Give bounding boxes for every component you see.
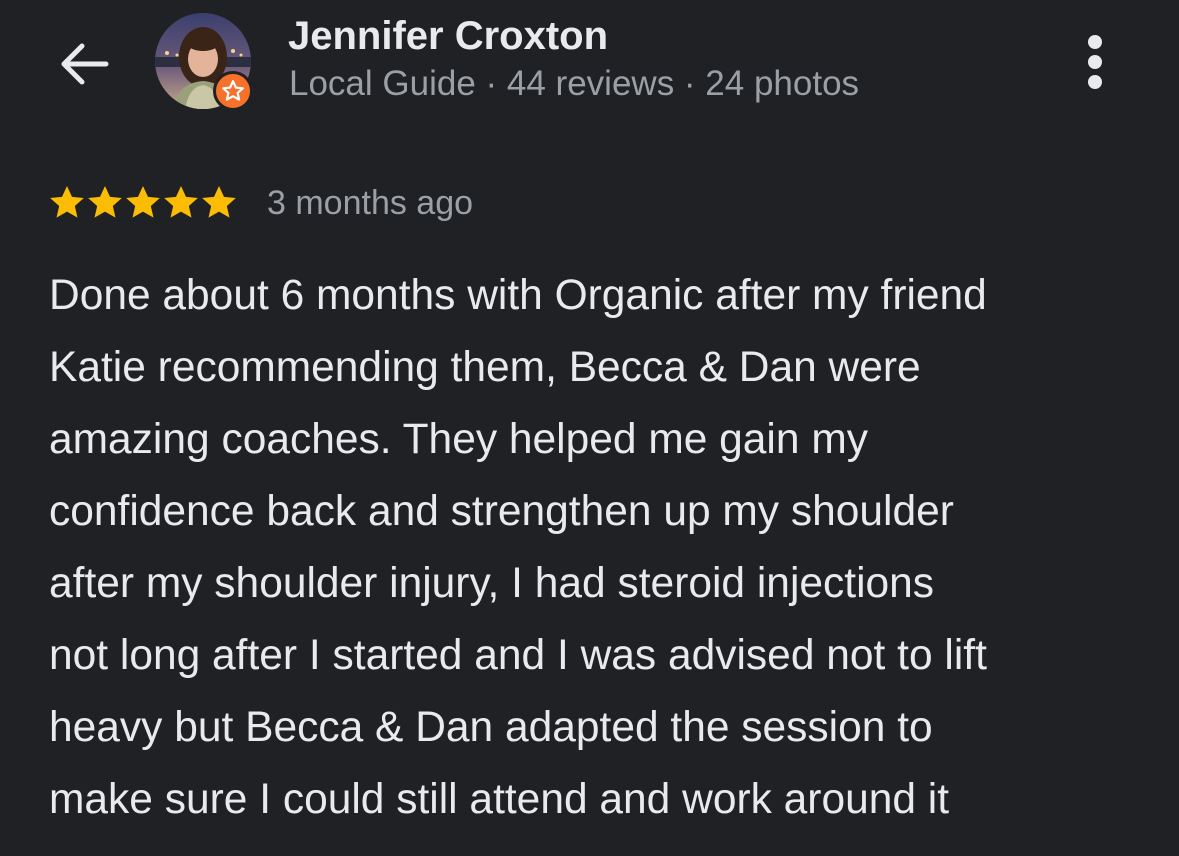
reviewer-name[interactable]: Jennifer Croxton xyxy=(288,14,608,59)
reviewer-avatar-wrap xyxy=(155,13,253,111)
star-icon xyxy=(202,186,236,218)
star-rating xyxy=(47,183,237,223)
more-vertical-icon xyxy=(1088,35,1102,89)
review-line: make sure I could still attend and work … xyxy=(49,776,950,823)
review-time: 3 months ago xyxy=(267,183,474,222)
star-icon xyxy=(164,186,198,218)
more-options-button[interactable] xyxy=(1070,30,1120,94)
arrow-left-icon xyxy=(61,43,109,85)
review-line: confidence back and strengthen up my sho… xyxy=(49,488,954,535)
star-icon xyxy=(50,186,84,218)
review-line: not long after I started and I was advis… xyxy=(49,632,987,679)
back-button[interactable] xyxy=(54,36,114,92)
review-screen: Jennifer Croxton Local Guide · 44 review… xyxy=(0,0,1179,856)
star-badge-icon xyxy=(222,80,244,101)
local-guide-badge xyxy=(213,71,253,111)
star-icon xyxy=(88,186,122,218)
review-line: Done about 6 months with Organic after m… xyxy=(49,272,987,319)
rating-row: 3 months ago xyxy=(47,180,473,226)
review-line: heavy but Becca & Dan adapted the sessio… xyxy=(49,704,933,751)
reviewer-meta: Local Guide · 44 reviews · 24 photos xyxy=(289,64,860,103)
review-line: Katie recommending them, Becca & Dan wer… xyxy=(49,344,921,391)
review-line: amazing coaches. They helped me gain my xyxy=(49,416,868,463)
review-text: Done about 6 months with Organic after m… xyxy=(49,260,1159,836)
review-line: after my shoulder injury, I had steroid … xyxy=(49,560,935,607)
star-icon xyxy=(126,186,160,218)
